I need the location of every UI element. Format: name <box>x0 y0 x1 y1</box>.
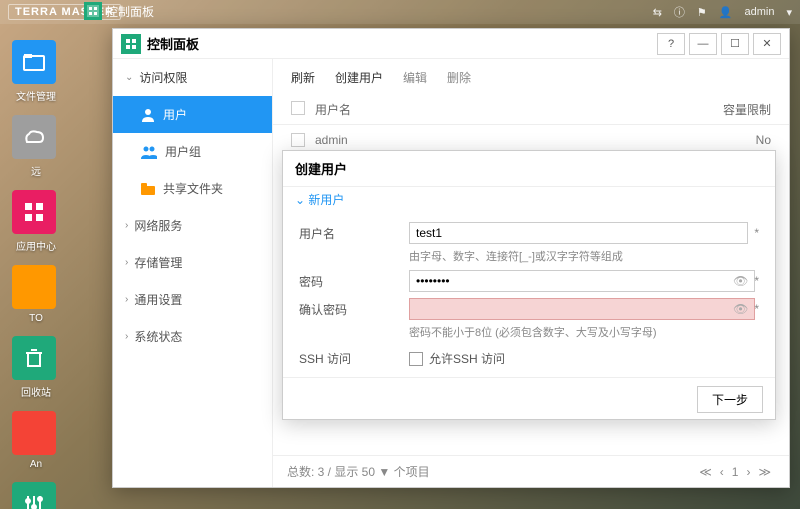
confirm-password-input[interactable] <box>409 298 755 320</box>
chevron-right-icon: › <box>125 257 128 268</box>
task-label[interactable]: 控制面板 <box>106 3 154 20</box>
summary-text: 总数: 3 / 显示 50 ▼ 个项目 <box>287 463 430 480</box>
row-checkbox[interactable] <box>291 133 305 147</box>
desktop-icon-files[interactable]: 文件管理 <box>12 40 60 103</box>
select-all-checkbox[interactable] <box>291 101 305 115</box>
required-mark: * <box>754 226 759 240</box>
desktop-icon-to[interactable]: TO <box>12 265 60 324</box>
sidebar-group-access[interactable]: ⌄访问权限 <box>113 59 272 96</box>
sidebar-group-status[interactable]: ›系统状态 <box>113 318 272 355</box>
user-label[interactable]: admin <box>745 6 775 18</box>
desktop-icon-remote[interactable]: 远 <box>12 115 60 178</box>
window-app-icon <box>121 34 141 54</box>
edit-button[interactable]: 编辑 <box>403 69 427 86</box>
maximize-button[interactable]: ☐ <box>721 33 749 55</box>
taskbar: 控制面板 <box>84 2 154 20</box>
chevron-right-icon: › <box>125 220 128 231</box>
label-confirm: 确认密码 <box>299 301 409 318</box>
system-bar: TERRA MASTER 控制面板 ⇆ ⓘ ⚑ 👤 admin ▾ <box>0 0 800 24</box>
ssh-checkbox[interactable] <box>409 352 423 366</box>
required-mark: * <box>754 302 759 316</box>
password-hint: 密码不能小于8位 (必须包含数字、大写及小写字母) <box>409 324 759 340</box>
username-input[interactable] <box>409 222 748 244</box>
ssh-allow-label: 允许SSH 访问 <box>429 350 505 367</box>
label-password: 密码 <box>299 273 409 290</box>
required-mark: * <box>754 274 759 288</box>
create-user-dialog: 创建用户 ⌄ 新用户 用户名 * 由字母、数字、连接符[_-]或汉字字符等组成 … <box>282 150 776 420</box>
password-input[interactable] <box>409 270 755 292</box>
chevron-down-icon: ⌄ <box>125 72 133 83</box>
toolbar: 刷新 创建用户 编辑 删除 <box>273 59 789 95</box>
table-footer: 总数: 3 / 显示 50 ▼ 个项目 ≪‹1›≫ <box>273 455 789 487</box>
col-quota[interactable]: 容量限制 <box>701 101 771 118</box>
sidebar-group-general[interactable]: ›通用设置 <box>113 281 272 318</box>
help-button[interactable]: ? <box>657 33 685 55</box>
sidebar-group-network[interactable]: ›网络服务 <box>113 207 272 244</box>
dialog-title: 创建用户 <box>283 151 775 187</box>
dropdown-icon[interactable]: ▾ <box>786 6 792 19</box>
desktop-icon-control[interactable]: 控制面板 <box>12 482 60 509</box>
next-button[interactable]: 下一步 <box>697 386 763 413</box>
sidebar-group-storage[interactable]: ›存储管理 <box>113 244 272 281</box>
user-icon[interactable]: 👤 <box>719 6 733 19</box>
sidebar-item-group[interactable]: 用户组 <box>113 133 272 170</box>
desktop-icon-trash[interactable]: 回收站 <box>12 336 60 399</box>
task-app-icon[interactable] <box>84 2 102 20</box>
pager[interactable]: ≪‹1›≫ <box>695 465 775 479</box>
sidebar-item-share[interactable]: 共享文件夹 <box>113 170 272 207</box>
window-titlebar: 控制面板 ? — ☐ ✕ <box>113 29 789 59</box>
username-hint: 由字母、数字、连接符[_-]或汉字字符等组成 <box>409 248 759 264</box>
info-icon[interactable]: ⓘ <box>674 4 685 20</box>
systray: ⇆ ⓘ ⚑ 👤 admin ▾ <box>653 4 792 20</box>
desktop: 文件管理 远 应用中心 TO 回收站 An 控制面板 An 备份管理 DLNA服 <box>12 40 112 509</box>
chevron-right-icon: › <box>125 331 128 342</box>
notification-icon[interactable]: ⚑ <box>697 6 707 19</box>
desktop-icon-apps[interactable]: 应用中心 <box>12 190 60 253</box>
minimize-button[interactable]: — <box>689 33 717 55</box>
eye-icon[interactable]: 👁 <box>733 302 748 316</box>
sidebar: ⌄访问权限 用户 用户组 共享文件夹 ›网络服务 ›存储管理 ›通用设置 ›系统… <box>113 59 273 487</box>
chevron-right-icon: › <box>125 294 128 305</box>
eye-icon[interactable]: 👁 <box>733 274 748 288</box>
close-button[interactable]: ✕ <box>753 33 781 55</box>
window-title: 控制面板 <box>147 34 199 53</box>
table-header: 用户名 容量限制 <box>273 95 789 125</box>
create-user-button[interactable]: 创建用户 <box>335 69 383 86</box>
refresh-button[interactable]: 刷新 <box>291 69 315 86</box>
usb-icon[interactable]: ⇆ <box>653 6 662 19</box>
chevron-down-icon: ⌄ <box>295 193 308 207</box>
col-username[interactable]: 用户名 <box>315 101 701 118</box>
label-username: 用户名 <box>299 225 409 242</box>
dialog-section-toggle[interactable]: ⌄ 新用户 <box>283 187 775 212</box>
sidebar-item-user[interactable]: 用户 <box>113 96 272 133</box>
delete-button[interactable]: 删除 <box>447 69 471 86</box>
label-ssh: SSH 访问 <box>299 350 409 367</box>
desktop-icon-an1[interactable]: An <box>12 411 60 470</box>
